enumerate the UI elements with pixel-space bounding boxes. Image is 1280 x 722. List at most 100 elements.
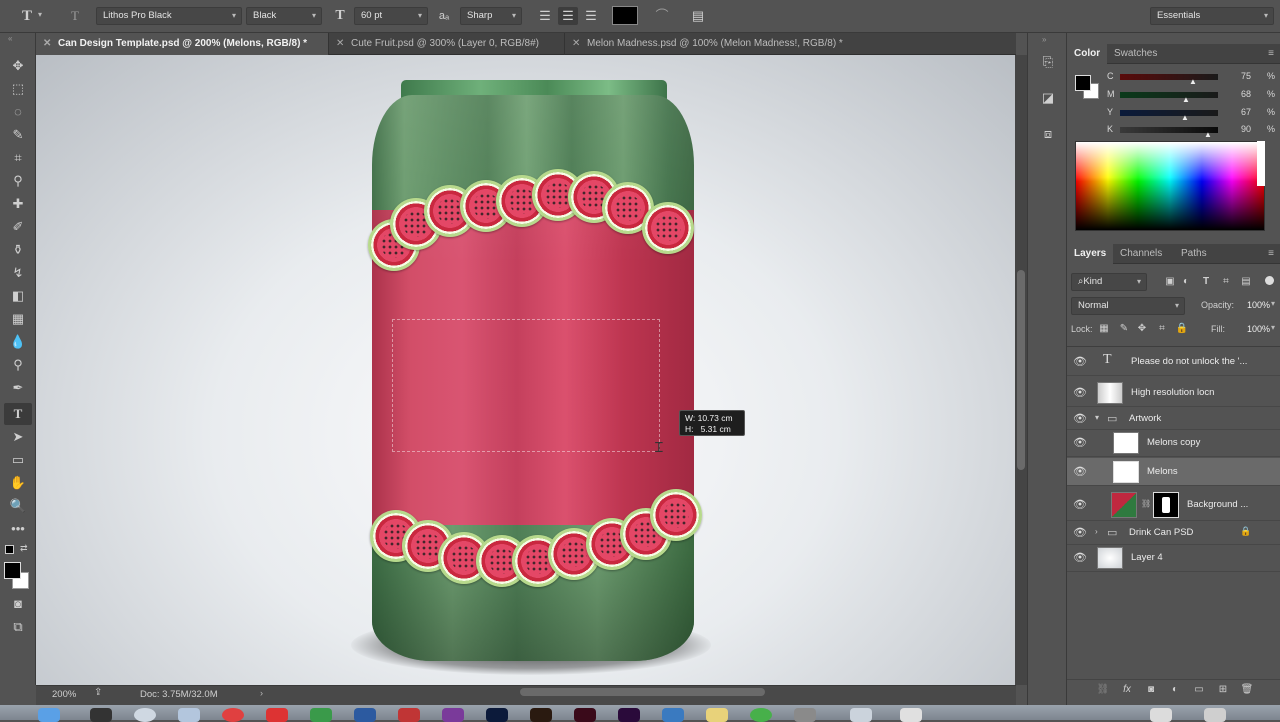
dodge-tool-icon[interactable]: ⚲ [4,354,32,376]
more-tools-icon[interactable]: ••• [4,518,32,540]
default-colors-icon[interactable] [5,545,14,554]
zoom-level[interactable]: 200% [52,689,76,700]
slider-y-value[interactable]: 67 [1241,107,1251,117]
history-brush-tool-icon[interactable]: ↯ [4,262,32,284]
horizontal-scroll-thumb[interactable] [520,688,765,696]
eye-icon[interactable]: 👁 [1073,379,1087,407]
foreground-color-swatch[interactable] [4,562,21,579]
tab-color[interactable]: Color [1067,44,1108,64]
warp-text-icon[interactable]: ⌒ [652,7,672,25]
clone-stamp-tool-icon[interactable]: ⚱ [4,239,32,261]
tab-cute-fruit[interactable]: ✕ Cute Fruit.psd @ 300% (Layer 0, RGB/8#) [328,33,564,55]
lock-pixels-icon[interactable]: ✎ [1117,320,1131,338]
chevron-right-icon[interactable]: › [1095,527,1098,536]
status-menu-chevron-icon[interactable]: › [260,688,263,698]
share-icon[interactable]: ⇪ [94,687,102,698]
brush-tool-icon[interactable]: ✐ [4,216,32,238]
healing-brush-tool-icon[interactable]: ✚ [4,193,32,215]
trash-icon[interactable]: 🗑 [1239,681,1255,699]
tab-can-design-template[interactable]: ✕ Can Design Template.psd @ 200% (Melons,… [36,33,328,55]
adjustment-layer-icon[interactable]: ◐ [1167,681,1183,699]
eye-icon[interactable]: 👁 [1073,348,1087,376]
hand-tool-icon[interactable]: ✋ [4,472,32,494]
new-group-icon[interactable]: ▭ [1191,681,1207,699]
text-box-marquee[interactable] [392,319,660,452]
tab-paths[interactable]: Paths [1174,244,1214,264]
color-spectrum[interactable] [1075,141,1265,231]
slider-c-thumb-icon[interactable]: ▲ [1189,77,1197,86]
align-center-icon[interactable]: ☰ [558,7,578,25]
layer-row[interactable]: 👁 ▾ ▭ Artwork [1067,408,1280,430]
lasso-tool-icon[interactable]: ◌ [4,101,32,123]
layer-row[interactable]: 👁 Melons copy [1067,429,1280,457]
layer-row[interactable]: 👁 T Please do not unlock the '... [1067,348,1280,376]
fx-icon[interactable]: fx [1119,681,1135,699]
screen-mode-icon[interactable]: ⧉ [4,616,32,638]
eye-icon[interactable]: 👁 [1073,458,1087,486]
zoom-tool-icon[interactable]: 🔍 [4,495,32,517]
close-icon[interactable]: ✕ [43,33,51,55]
filter-adjustment-icon[interactable]: ◐ [1179,273,1193,291]
workspace-select[interactable]: Essentials ▾ [1150,7,1274,25]
mask-thumbnail[interactable] [1153,492,1179,518]
eye-icon[interactable]: 👁 [1073,408,1087,430]
lock-all-icon[interactable]: 🔒 [1175,320,1189,338]
slider-k-thumb-icon[interactable]: ▲ [1204,130,1212,139]
character-panel-icon[interactable]: ▤ [688,7,708,25]
font-family-select[interactable]: Lithos Pro Black ▾ [96,7,242,25]
close-icon[interactable]: ✕ [336,33,344,55]
layer-row[interactable]: 👁 Layer 4 [1067,544,1280,572]
type-tool-icon[interactable]: T [4,403,32,425]
gradient-tool-icon[interactable]: ▦ [4,308,32,330]
filter-type-icon[interactable]: T [1199,273,1213,291]
quick-select-tool-icon[interactable]: ✎ [4,124,32,146]
slider-y-track[interactable] [1120,110,1218,116]
panel-menu-icon[interactable]: ≡ [1268,48,1274,59]
type-tool-icon[interactable]: T [18,7,36,25]
vertical-scroll-thumb[interactable] [1017,270,1025,470]
quick-mask-icon[interactable]: ◙ [4,593,32,615]
eye-icon[interactable]: 👁 [1073,544,1087,572]
layer-filter-select[interactable]: ⌕Kind ▾ [1071,273,1147,291]
adjustments-panel-icon[interactable]: ◪ [1038,89,1058,107]
filter-smart-icon[interactable]: ▤ [1239,273,1253,291]
align-right-icon[interactable]: ☰ [582,7,600,25]
lock-artboard-icon[interactable]: ⌗ [1155,320,1169,338]
slider-c-track[interactable] [1120,74,1218,80]
eye-icon[interactable]: 👁 [1073,521,1087,545]
layer-row[interactable]: 👁 › ▭ Drink Can PSD 🔒 [1067,521,1280,545]
align-left-icon[interactable]: ☰ [536,7,554,25]
crop-tool-icon[interactable]: ⌗ [4,147,32,169]
text-color-swatch[interactable] [612,6,638,25]
tab-swatches[interactable]: Swatches [1107,44,1164,64]
filter-pixel-icon[interactable]: ▣ [1163,273,1177,291]
antialias-select[interactable]: Sharp ▾ [460,7,522,25]
path-selection-tool-icon[interactable]: ➤ [4,426,32,448]
chevron-down-icon[interactable]: ▾ [1271,323,1275,332]
filter-shape-icon[interactable]: ⌗ [1219,273,1233,291]
tab-layers[interactable]: Layers [1067,244,1114,264]
rectangle-tool-icon[interactable]: ▭ [4,449,32,471]
pen-tool-icon[interactable]: ✒ [4,377,32,399]
slider-k-value[interactable]: 90 [1241,124,1251,134]
tab-melon-madness[interactable]: ✕ Melon Madness.psd @ 100% (Melon Madness… [564,33,874,55]
collapse-tools-icon[interactable]: « [8,34,12,43]
swap-colors-icon[interactable]: ⇄ [20,543,28,554]
slider-c-value[interactable]: 75 [1241,71,1251,81]
slider-m-track[interactable] [1120,92,1218,98]
eye-icon[interactable]: 👁 [1073,489,1087,521]
font-size-select[interactable]: 60 pt ▾ [354,7,428,25]
libraries-panel-icon[interactable]: ⧈ [1038,125,1058,143]
color-foreground-swatch[interactable] [1075,75,1091,91]
eye-icon[interactable]: 👁 [1073,429,1087,457]
document-canvas[interactable]: Ɪ W: 10.73 cm H: 5.31 cm [36,55,1015,685]
font-style-select[interactable]: Black ▾ [246,7,322,25]
eyedropper-tool-icon[interactable]: ⚲ [4,170,32,192]
marquee-tool-icon[interactable]: ⬚ [4,78,32,100]
panel-menu-icon[interactable]: ≡ [1268,248,1274,259]
fill-value[interactable]: 100% [1247,324,1270,334]
lock-transparent-icon[interactable]: ▦ [1097,320,1111,338]
add-mask-icon[interactable]: ◙ [1143,681,1159,699]
slider-m-value[interactable]: 68 [1241,89,1251,99]
eraser-tool-icon[interactable]: ◧ [4,285,32,307]
